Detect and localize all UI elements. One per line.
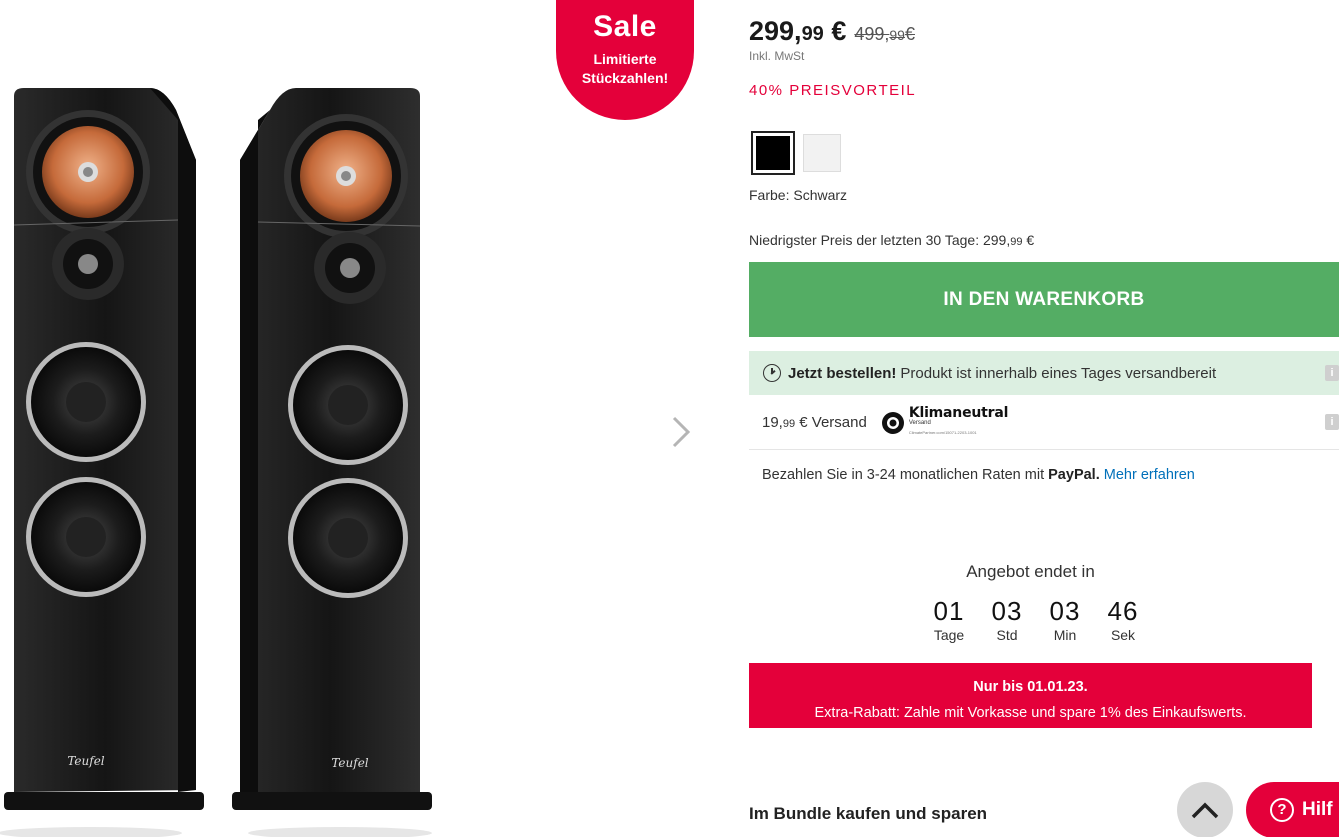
promo-banner: Nur bis 01.01.23. Extra-Rabatt: Zahle mi… [749, 663, 1312, 728]
availability-bold: Jetzt bestellen! [788, 364, 897, 382]
availability-banner: Jetzt bestellen! Produkt ist innerhalb e… [749, 351, 1339, 395]
price: 299,99 € 499,99€ [749, 16, 915, 47]
countdown-timer: 01 Tage 03 Std 03 Min 46 Sek [920, 596, 1152, 643]
shipping-row: 19,99 € Versand Klimaneutral Versand Cli… [749, 396, 1339, 450]
climate-partner-id: ClimatePartner.com/15071-2203-1001 [908, 429, 977, 435]
sale-badge: Sale Limitierte Stückzahlen! [556, 0, 694, 120]
clock-icon [763, 364, 781, 382]
countdown-seconds: 46 Sek [1107, 596, 1139, 643]
chevron-right-icon [672, 416, 691, 448]
sale-badge-line2: Stückzahlen! [581, 70, 669, 86]
climate-neutral-title: Klimaneutral [908, 404, 1009, 421]
paypal-text: Bezahlen Sie in 3-24 monatlichen Raten m… [762, 467, 1049, 483]
chevron-up-icon [1191, 802, 1219, 819]
swatch-black[interactable] [751, 131, 795, 175]
promo-text: Extra-Rabatt: Zahle mit Vorkasse und spa… [814, 705, 1247, 721]
info-icon[interactable]: i [1325, 414, 1339, 430]
selected-color-label: Farbe: Schwarz [749, 187, 848, 203]
bundle-section-title: Im Bundle kaufen und sparen [749, 804, 988, 823]
countdown-days: 01 Tage [933, 596, 965, 643]
countdown-minutes: 03 Min [1049, 596, 1081, 643]
paypal-brand: PayPal. [1048, 467, 1100, 483]
countdown-title: Angebot endet in [966, 562, 1095, 581]
scroll-to-top-button[interactable] [1177, 782, 1233, 837]
add-to-cart-button[interactable]: IN DEN WARENKORB [749, 262, 1339, 337]
product-gallery: Teufel Teufel Sale Limitierte Stückzahle… [0, 0, 745, 837]
promo-deadline: Nur bis 01.01.23. [973, 679, 1088, 695]
lowest-price-note: Niedrigster Preis der letzten 30 Tage: 2… [749, 232, 1035, 248]
color-swatches [751, 131, 841, 175]
sale-badge-subtitle: Limitierte Stückzahlen! [556, 50, 694, 88]
current-price: 299,99 € [749, 16, 847, 46]
gallery-next-button[interactable] [666, 414, 696, 450]
paypal-more-link[interactable]: Mehr erfahren [1104, 467, 1195, 483]
old-price: 499,99€ [854, 24, 915, 44]
vat-note: Inkl. MwSt [749, 49, 805, 63]
speaker-left: Teufel [0, 88, 204, 837]
discount-label: 40% PREISVORTEIL [749, 82, 917, 99]
swatch-white[interactable] [803, 134, 841, 172]
countdown-hours: 03 Std [991, 596, 1023, 643]
sale-badge-title: Sale [593, 10, 657, 43]
climate-partner-icon [881, 411, 904, 434]
info-icon[interactable]: i [1325, 365, 1339, 381]
availability-text: Produkt ist innerhalb eines Tages versan… [900, 364, 1217, 382]
paypal-installments: Bezahlen Sie in 3-24 monatlichen Raten m… [762, 467, 1195, 483]
sale-badge-line1: Limitierte [593, 51, 657, 67]
speaker-right: Teufel [232, 88, 432, 837]
product-image-speakers[interactable]: Teufel Teufel [0, 80, 450, 837]
climate-neutral-badge: Klimaneutral Versand ClimatePartner.com/… [881, 404, 1009, 438]
speaker-brand-label: Teufel [331, 756, 368, 770]
speaker-brand-label: Teufel [67, 754, 104, 768]
help-button-label: Hilf [1302, 799, 1333, 820]
help-button[interactable]: ? Hilf [1246, 782, 1339, 837]
question-icon: ? [1270, 798, 1294, 822]
shipping-price: 19,99 € Versand [762, 414, 867, 431]
